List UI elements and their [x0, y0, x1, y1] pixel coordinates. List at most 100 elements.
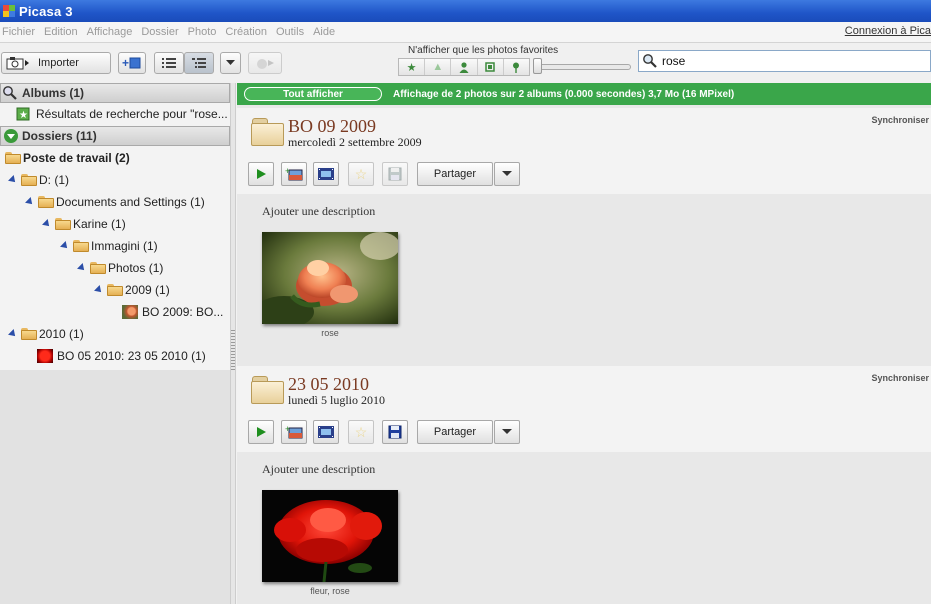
expand-arrow-icon[interactable] — [25, 197, 35, 207]
view-dropdown-button[interactable] — [220, 52, 241, 74]
tree-view-button[interactable] — [184, 52, 214, 74]
star-filter-icon[interactable]: ★ — [399, 59, 426, 75]
photo-thumbnail[interactable] — [262, 490, 398, 582]
show-all-button[interactable]: Tout afficher — [244, 87, 382, 101]
menu-fichier[interactable]: Fichier — [0, 26, 38, 38]
play-slideshow-button[interactable] — [248, 162, 274, 186]
expand-arrow-icon[interactable] — [8, 329, 18, 339]
share-button[interactable]: Partager — [417, 162, 493, 186]
tree-2010[interactable]: 2010 (1) — [8, 323, 84, 345]
save-button[interactable] — [382, 162, 408, 186]
expand-arrow-icon[interactable] — [42, 219, 52, 229]
tree-poste-de-travail[interactable]: Poste de travail (2) — [5, 147, 130, 169]
favorites-slider-track[interactable] — [536, 64, 631, 70]
tree-label: Photos (1) — [108, 261, 164, 275]
menu-outils[interactable]: Outils — [274, 26, 307, 38]
library-view: Tout afficher Affichage de 2 photos sur … — [237, 83, 931, 604]
album-title[interactable]: BO 09 2009 — [288, 116, 376, 137]
geotag-filter-icon[interactable] — [504, 59, 529, 75]
star-icon: ☆ — [354, 423, 368, 440]
menu-photo[interactable]: Photo — [186, 26, 220, 38]
tree-label: D: (1) — [39, 173, 69, 187]
expand-arrow-icon[interactable] — [94, 285, 104, 295]
collapse-icon — [4, 129, 18, 143]
splitter-grip[interactable] — [231, 330, 235, 370]
import-button[interactable]: Importer — [1, 52, 111, 74]
expand-arrow-icon[interactable] — [8, 175, 18, 185]
album-icon: ★ — [16, 107, 30, 121]
tree-label: BO 2009: BO... — [142, 305, 224, 319]
folders-header-label: Dossiers (11) — [22, 129, 97, 143]
collage-button[interactable]: + — [281, 420, 307, 444]
tree-d-drive[interactable]: D: (1) — [8, 169, 69, 191]
tree-documents-and-settings[interactable]: Documents and Settings (1) — [25, 191, 205, 213]
svg-text:+: + — [285, 425, 290, 434]
tree-immagini[interactable]: Immagini (1) — [60, 235, 158, 257]
share-dropdown-button[interactable] — [494, 162, 520, 186]
play-icon — [257, 427, 266, 437]
play-slideshow-button[interactable] — [248, 420, 274, 444]
movie-button[interactable] — [313, 162, 339, 186]
share-button[interactable]: Partager — [417, 420, 493, 444]
floppy-disk-icon — [388, 167, 402, 181]
photo-caption: fleur, rose — [310, 586, 350, 596]
favorites-slider-handle[interactable] — [533, 58, 542, 74]
album-description[interactable]: Ajouter une description — [262, 204, 375, 219]
upload-filter-icon[interactable]: ▲ — [425, 59, 452, 75]
tree-icon — [192, 58, 206, 68]
search-results-album[interactable]: ★ Résultats de recherche pour "rose... — [16, 103, 228, 125]
folder-icon — [38, 196, 54, 208]
tree-bo-05-2010[interactable]: BO 05 2010: 23 05 2010 (1) — [37, 345, 206, 367]
collage-button[interactable]: + — [281, 162, 307, 186]
connexion-link[interactable]: Connexion à Pica — [845, 25, 931, 37]
sync-toggle[interactable]: Synchroniser — [871, 373, 929, 383]
photo-thumbnail[interactable] — [262, 232, 398, 324]
tree-bo-2009[interactable]: BO 2009: BO... — [122, 301, 223, 323]
album-date: lunedì 5 luglio 2010 — [288, 393, 385, 407]
menu-affichage[interactable]: Affichage — [85, 26, 136, 38]
star-button[interactable]: ☆ — [348, 162, 374, 186]
film-icon — [318, 168, 334, 180]
sync-toggle[interactable]: Synchroniser — [871, 115, 929, 125]
share-dropdown-button[interactable] — [494, 420, 520, 444]
folders-section-header[interactable]: Dossiers (11) — [0, 126, 230, 146]
tree-label: BO 05 2010: 23 05 2010 (1) — [57, 349, 206, 363]
search-icon — [3, 86, 17, 100]
albums-section-header[interactable]: Albums (1) — [0, 83, 230, 103]
movie-button[interactable] — [313, 420, 339, 444]
star-button[interactable]: ☆ — [348, 420, 374, 444]
folder-icon — [5, 152, 21, 164]
tree-label: 2010 (1) — [39, 327, 84, 341]
folder-icon — [55, 218, 71, 230]
save-button[interactable] — [382, 420, 408, 444]
list-view-button[interactable] — [154, 52, 184, 74]
albums-header-label: Albums (1) — [22, 86, 85, 100]
menu-creation[interactable]: Création — [223, 26, 270, 38]
menu-edition[interactable]: Edition — [42, 26, 81, 38]
search-box — [638, 50, 931, 72]
tree-karine[interactable]: Karine (1) — [42, 213, 126, 235]
tree-2009[interactable]: 2009 (1) — [94, 279, 170, 301]
search-input[interactable] — [658, 54, 922, 68]
album-title[interactable]: 23 05 2010 — [288, 374, 369, 395]
album-header: 23 05 2010 lunedì 5 luglio 2010 Synchron… — [237, 366, 931, 452]
expand-arrow-icon[interactable] — [77, 263, 87, 273]
album-photos: Ajouter une description fleur, rose — [237, 452, 931, 604]
add-to-album-button[interactable]: + — [118, 52, 146, 74]
expand-arrow-icon[interactable] — [60, 241, 70, 251]
video-filter-icon[interactable] — [478, 59, 504, 75]
publish-web-button[interactable] — [248, 52, 282, 74]
menu-dossier[interactable]: Dossier — [139, 26, 181, 38]
status-text: Affichage de 2 photos sur 2 albums (0.00… — [393, 88, 735, 100]
folder-icon — [90, 262, 106, 274]
search-icon — [643, 54, 657, 68]
album-thumbnail — [37, 349, 53, 363]
person-filter-icon[interactable] — [451, 59, 478, 75]
tree-photos[interactable]: Photos (1) — [77, 257, 164, 279]
folder-pane-lower — [0, 370, 230, 604]
tree-label: Karine (1) — [73, 217, 126, 231]
tree-label: 2009 (1) — [125, 283, 170, 297]
album-description[interactable]: Ajouter une description — [262, 462, 375, 477]
photo-caption: rose — [321, 328, 339, 338]
menu-aide[interactable]: Aide — [311, 26, 338, 38]
